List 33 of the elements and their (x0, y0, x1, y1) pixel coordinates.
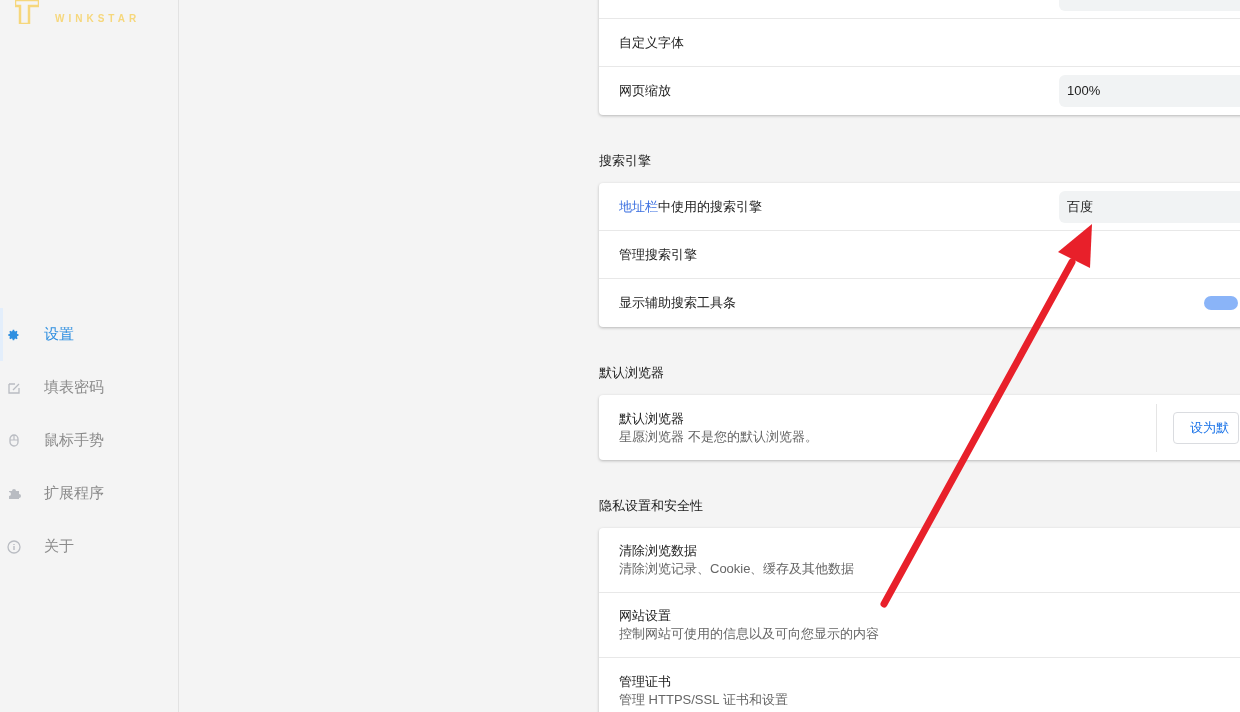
sidebar-item[interactable]: 鼠标手势 (0, 414, 178, 467)
setting-label: 网站设置 (619, 607, 672, 625)
setting-label: 显示辅助搜索工具条 (619, 294, 737, 312)
dropdown-field[interactable]: 百度 (1059, 190, 1240, 223)
setting-label: 管理搜索引擎 (619, 245, 698, 264)
section-title: 搜索引擎 (599, 151, 651, 170)
gear-icon (8, 328, 20, 341)
toggle-switch[interactable] (1204, 296, 1238, 310)
setting-description: 控制网站可使用的信息以及可向您显示的内容 (619, 625, 880, 643)
setting-label: 自定义字体 (619, 33, 685, 52)
sidebar-item[interactable]: 填表密码 (0, 361, 178, 414)
setting-label: 地址栏中使用的搜索引擎 (619, 197, 763, 216)
logo-text: WINKSTAR (55, 14, 141, 24)
mouse-icon (9, 434, 19, 447)
set-default-button[interactable]: 设为默 (1173, 411, 1239, 444)
edit-icon (8, 381, 20, 394)
sidebar-item[interactable]: 关于 (0, 520, 178, 573)
sidebar-item[interactable]: 扩展程序 (0, 467, 178, 520)
setting-label: 网页缩放 (619, 82, 672, 100)
setting-description: 清除浏览记录、Cookie、缓存及其他数据 (619, 560, 856, 578)
setting-label: 默认浏览器 (619, 409, 685, 428)
setting-description: 管理 HTTPS/SSL 证书和设置 (619, 690, 789, 709)
sidebar-item[interactable]: 设置 (0, 308, 178, 361)
setting-label: 清除浏览数据 (619, 542, 698, 560)
dropdown-field[interactable]: 100% (1059, 75, 1240, 107)
logo-icon (15, 0, 39, 24)
info-icon (7, 539, 21, 554)
puzzle-icon (7, 487, 21, 500)
setting-label: 管理证书 (619, 672, 672, 691)
section-title: 隐私设置和安全性 (599, 496, 703, 515)
setting-description: 星愿浏览器 不是您的默认浏览器。 (619, 427, 819, 446)
address-bar-link[interactable]: 地址栏 (619, 198, 658, 214)
section-title: 默认浏览器 (599, 363, 664, 382)
